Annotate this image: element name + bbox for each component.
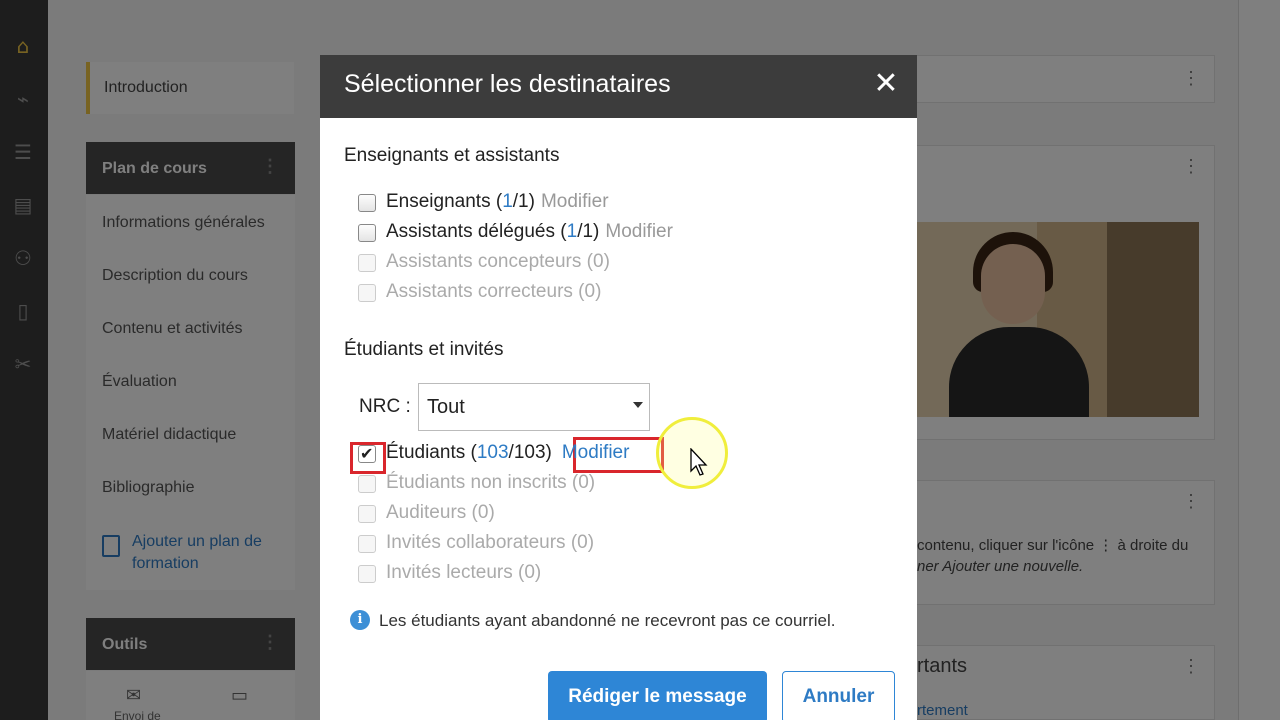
row-count: 0	[477, 502, 489, 523]
row-total: )	[488, 502, 495, 523]
row-total: )	[603, 251, 610, 272]
checkbox-assistants-delegues[interactable]	[358, 224, 376, 242]
row-total: /103)	[508, 442, 552, 463]
row-label: Étudiants	[386, 442, 466, 463]
recipients-dialog: Sélectionner les destinataires ✕ Enseign…	[320, 55, 917, 720]
row-count: 1	[502, 191, 513, 212]
row-count: 0	[578, 472, 589, 493]
checkbox-assistants-correcteurs	[358, 284, 376, 302]
checkbox-invites-lecteurs	[358, 565, 376, 583]
modifier-link-assistants-delegues[interactable]: Modifier	[605, 221, 673, 242]
row-label: Enseignants	[386, 191, 491, 212]
row-total: /1)	[577, 221, 600, 242]
group-students-title: Étudiants et invités	[344, 339, 504, 360]
info-icon: i	[350, 610, 370, 630]
row-total: /1)	[512, 191, 535, 212]
checkbox-etudiants-non-inscrits	[358, 475, 376, 493]
chevron-down-icon	[633, 402, 643, 408]
row-total: )	[534, 562, 542, 583]
nrc-label: NRC :	[359, 396, 411, 417]
row-label: Auditeurs	[386, 502, 467, 523]
checkbox-etudiants[interactable]	[358, 444, 376, 463]
row-count: 0	[577, 532, 588, 553]
row-count: 103	[476, 442, 509, 463]
mouse-cursor-icon	[690, 448, 708, 476]
row-label: Invités collaborateurs	[386, 532, 566, 553]
info-text: Les étudiants ayant abandonné ne recevro…	[379, 611, 836, 630]
row-total: )	[587, 532, 595, 553]
row-total: )	[588, 472, 596, 493]
checkbox-invites-collaborateurs	[358, 535, 376, 553]
cancel-button[interactable]: Annuler	[782, 671, 895, 720]
compose-message-button[interactable]: Rédiger le message	[548, 671, 767, 720]
row-label: Assistants délégués	[386, 221, 555, 242]
nrc-selected-value: Tout	[427, 396, 465, 418]
row-label: Étudiants non inscrits	[386, 472, 567, 493]
row-count: 0	[584, 281, 596, 302]
checkbox-assistants-concepteurs	[358, 254, 376, 272]
dialog-header: Sélectionner les destinataires ✕	[320, 55, 917, 118]
row-total: )	[595, 281, 602, 302]
checkbox-auditeurs	[358, 505, 376, 523]
close-icon[interactable]: ✕	[871, 69, 901, 99]
row-count: 0	[524, 562, 535, 583]
modifier-link-enseignants[interactable]: Modifier	[541, 191, 609, 212]
dialog-title: Sélectionner les destinataires	[344, 70, 671, 98]
modifier-link-etudiants[interactable]: Modifier	[562, 442, 630, 463]
row-count: 0	[592, 251, 604, 272]
row-label: Assistants concepteurs	[386, 251, 582, 272]
row-label: Invités lecteurs	[386, 562, 513, 583]
checkbox-enseignants[interactable]	[358, 194, 376, 212]
group-teachers-title: Enseignants et assistants	[344, 145, 560, 166]
row-label: Assistants correcteurs	[386, 281, 573, 302]
row-count: 1	[566, 221, 578, 242]
nrc-select[interactable]: Tout	[418, 383, 650, 431]
